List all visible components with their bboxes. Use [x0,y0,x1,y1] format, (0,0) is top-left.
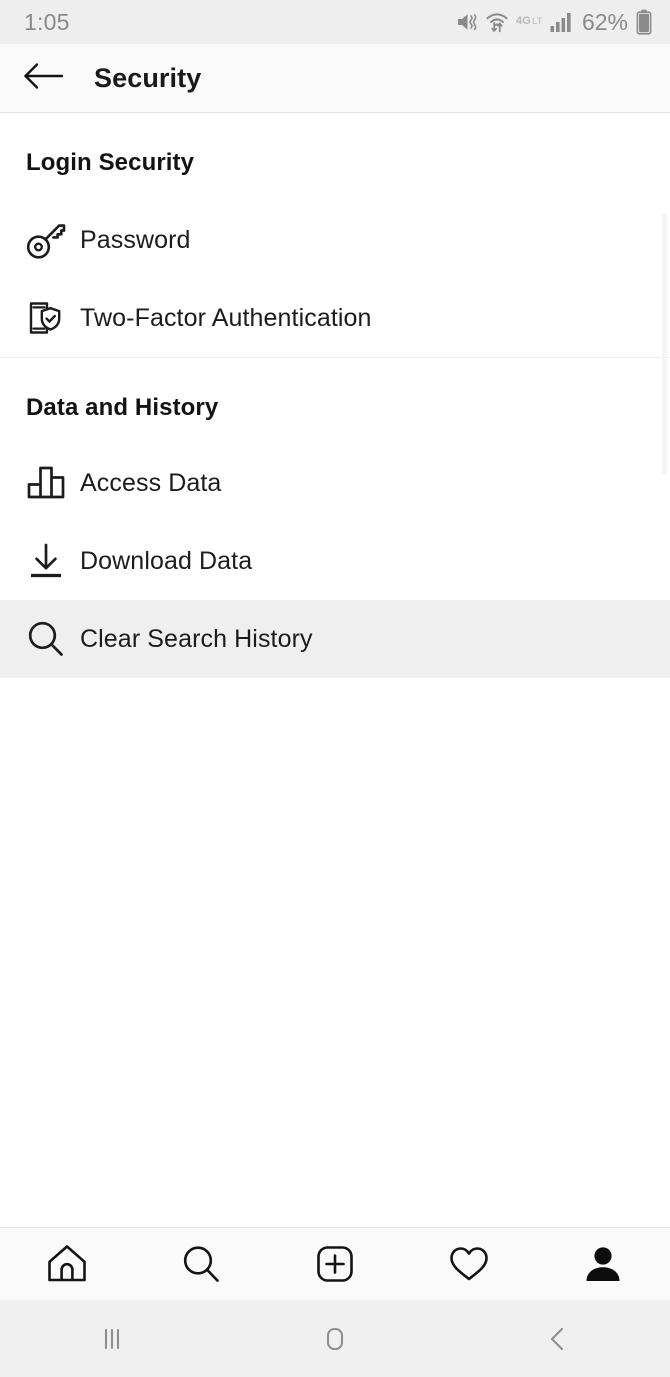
search-icon [178,1241,224,1287]
section-title-data-and-history: Data and History [26,394,219,421]
settings-row-download-data[interactable]: Download Data [0,522,670,600]
arrow-left-icon [23,61,65,96]
battery-percent-label: 62% [581,8,628,35]
system-home-button[interactable] [260,1300,410,1377]
tab-search[interactable] [151,1228,251,1300]
heart-icon [446,1241,492,1287]
4g-lte-icon: 4G LTE [516,13,543,31]
home-square-icon [318,1322,352,1356]
bottom-tab-bar [0,1227,670,1300]
system-navigation-bar [0,1300,670,1377]
search-icon [22,615,70,663]
settings-row-access-data[interactable]: Access Data [0,444,670,522]
section-title-login-security: Login Security [26,149,195,176]
recents-icon [95,1322,129,1356]
svg-text:LTE: LTE [532,16,543,26]
app-bar: Security [0,44,670,113]
status-icons: 4G LTE 62% [456,9,652,36]
back-button[interactable] [18,52,70,104]
status-clock: 1:05 [24,8,70,35]
settings-row-two-factor-authentication[interactable]: Two-Factor Authentication [0,279,670,357]
status-bar: 1:05 4G LT 62% [0,0,670,44]
section-data-and-history: Data and History Access Data Download Da… [0,357,670,678]
cellular-signal-icon [550,11,574,33]
download-icon [22,537,70,585]
key-icon [22,216,70,264]
tab-profile[interactable] [553,1228,653,1300]
tab-activity[interactable] [419,1228,519,1300]
tab-home[interactable] [17,1228,117,1300]
battery-icon [636,9,652,35]
phone-screen: 1:05 4G LT 62% Security Login Security P… [0,0,670,1377]
scrollbar[interactable] [662,213,667,475]
tab-new-post[interactable] [285,1228,385,1300]
settings-row-label: Download Data [80,546,253,575]
bar-chart-icon [22,459,70,507]
settings-row-label: Access Data [80,468,222,497]
section-login-security: Login Security Password Two-Factor Authe… [0,113,670,357]
settings-row-password[interactable]: Password [0,201,670,279]
home-icon [44,1241,90,1287]
settings-row-clear-search-history[interactable]: Clear Search History [0,600,670,678]
settings-row-label: Two-Factor Authentication [80,303,372,332]
settings-row-label: Clear Search History [80,624,313,653]
back-chevron-icon [541,1322,575,1356]
add-post-icon [312,1241,358,1287]
profile-icon [580,1241,626,1287]
system-recents-button[interactable] [37,1300,187,1377]
phone-shield-check-icon [22,294,70,342]
settings-row-label: Password [80,225,191,254]
svg-text:4G: 4G [516,15,531,27]
page-title: Security [94,62,202,93]
system-back-button[interactable] [483,1300,633,1377]
mute-vibrate-icon [456,10,478,34]
settings-list[interactable]: Login Security Password Two-Factor Authe… [0,113,670,1227]
wifi-data-transfer-icon [485,10,509,34]
